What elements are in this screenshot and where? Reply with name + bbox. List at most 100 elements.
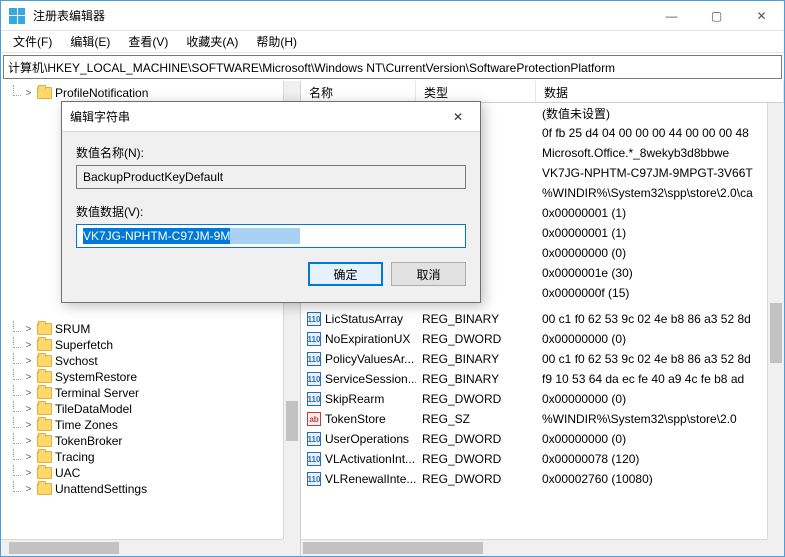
tree-item-label: Terminal Server (55, 386, 139, 400)
value-name: NoExpirationUX (325, 332, 410, 346)
menu-help[interactable]: 帮助(H) (248, 31, 305, 52)
col-header-name[interactable]: 名称 (301, 81, 416, 102)
scrollbar-thumb[interactable] (286, 401, 298, 441)
value-data: 0x00000001 (1) (536, 206, 767, 220)
list-row[interactable]: 110PolicyValuesAr... REG_BINARY 00 c1 f0… (301, 349, 767, 369)
value-type: REG_DWORD (416, 332, 536, 346)
tree-item[interactable]: > Time Zones (23, 418, 300, 432)
tree-item[interactable]: > SystemRestore (23, 370, 300, 384)
value-data-label: 数值数据(V): (76, 203, 466, 220)
col-header-type[interactable]: 类型 (416, 81, 536, 102)
tree-item[interactable]: > Terminal Server (23, 386, 300, 400)
value-name: PolicyValuesAr... (325, 352, 414, 366)
folder-icon (37, 87, 52, 99)
cancel-button[interactable]: 取消 (391, 262, 466, 286)
list-row[interactable]: 110NoExpirationUX REG_DWORD 0x00000000 (… (301, 329, 767, 349)
tree-scrollbar-horizontal[interactable] (1, 539, 283, 556)
chevron-right-icon[interactable]: > (23, 404, 34, 415)
chevron-right-icon[interactable]: > (23, 484, 34, 495)
chevron-right-icon[interactable]: > (23, 420, 34, 431)
list-scrollbar-vertical[interactable] (767, 103, 784, 539)
menu-file[interactable]: 文件(F) (5, 31, 60, 52)
menu-view[interactable]: 查看(V) (120, 31, 176, 52)
folder-icon (37, 483, 52, 495)
value-type: REG_BINARY (416, 352, 536, 366)
chevron-right-icon[interactable]: > (23, 388, 34, 399)
value-data: 0x00000000 (0) (536, 392, 767, 406)
regedit-window: 注册表编辑器 — ▢ ✕ 文件(F) 编辑(E) 查看(V) 收藏夹(A) 帮助… (0, 0, 785, 557)
menu-edit[interactable]: 编辑(E) (62, 31, 118, 52)
value-data: 0x00000000 (0) (536, 332, 767, 346)
value-data: f9 10 53 64 da ec fe 40 a9 4c fe b8 ad (536, 372, 767, 386)
tree-item[interactable]: > Svchost (23, 354, 300, 368)
tree-item[interactable]: > TokenBroker (23, 434, 300, 448)
value-icon: 110 (307, 432, 321, 446)
minimize-button[interactable]: — (649, 1, 694, 30)
ok-button[interactable]: 确定 (308, 262, 383, 286)
close-button[interactable]: ✕ (739, 1, 784, 30)
list-scrollbar-horizontal[interactable] (301, 539, 767, 556)
tree-item[interactable]: > UnattendSettings (23, 482, 300, 496)
scrollbar-thumb[interactable] (303, 542, 483, 554)
tree-item[interactable]: > Superfetch (23, 338, 300, 352)
list-row[interactable]: 110LicStatusArray REG_BINARY 00 c1 f0 62… (301, 309, 767, 329)
tree-item[interactable]: > UAC (23, 466, 300, 480)
list-row[interactable]: 110SkipRearm REG_DWORD 0x00000000 (0) (301, 389, 767, 409)
menubar: 文件(F) 编辑(E) 查看(V) 收藏夹(A) 帮助(H) (1, 31, 784, 53)
folder-icon (37, 403, 52, 415)
chevron-right-icon[interactable]: > (23, 372, 34, 383)
list-header: 名称 类型 数据 (301, 81, 784, 103)
value-type: REG_DWORD (416, 432, 536, 446)
value-name-field[interactable] (76, 165, 466, 189)
tree-item-label: TileDataModel (55, 402, 132, 416)
dialog-titlebar[interactable]: 编辑字符串 ✕ (62, 102, 480, 132)
tree-item-label: TokenBroker (55, 434, 122, 448)
address-bar[interactable]: 计算机\HKEY_LOCAL_MACHINE\SOFTWARE\Microsof… (3, 55, 782, 79)
col-header-data[interactable]: 数据 (536, 81, 784, 102)
folder-icon (37, 355, 52, 367)
tree-item[interactable]: > Tracing (23, 450, 300, 464)
chevron-right-icon[interactable]: > (23, 468, 34, 479)
chevron-right-icon[interactable]: > (23, 436, 34, 447)
tree-item-label: UAC (55, 466, 80, 480)
list-row[interactable]: 110VLActivationInt... REG_DWORD 0x000000… (301, 449, 767, 469)
value-data: %WINDIR%\System32\spp\store\2.0 (536, 412, 767, 426)
value-data: %WINDIR%\System32\spp\store\2.0\ca (536, 186, 767, 200)
scrollbar-thumb[interactable] (9, 542, 119, 554)
tree-item[interactable]: > SRUM (23, 322, 300, 336)
chevron-right-icon[interactable]: > (23, 340, 34, 351)
tree-item-label: UnattendSettings (55, 482, 147, 496)
value-data: 0x00000000 (0) (536, 432, 767, 446)
value-data: Microsoft.Office.*_8wekyb3d8bbwe (536, 146, 767, 160)
chevron-right-icon[interactable]: > (23, 356, 34, 367)
folder-icon (37, 387, 52, 399)
value-type: REG_DWORD (416, 472, 536, 486)
chevron-right-icon[interactable]: > (23, 452, 34, 463)
tree-item[interactable]: > TileDataModel (23, 402, 300, 416)
value-name: VLActivationInt... (325, 452, 415, 466)
value-icon: 110 (307, 312, 321, 326)
value-name-label: 数值名称(N): (76, 144, 466, 161)
regedit-icon (9, 8, 25, 24)
list-row[interactable]: 110ServiceSession... REG_BINARY f9 10 53… (301, 369, 767, 389)
maximize-button[interactable]: ▢ (694, 1, 739, 30)
value-type: REG_BINARY (416, 312, 536, 326)
scrollbar-thumb[interactable] (770, 303, 782, 363)
value-data: 0x0000000f (15) (536, 286, 767, 300)
value-icon: 110 (307, 452, 321, 466)
folder-icon (37, 419, 52, 431)
chevron-right-icon[interactable]: > (23, 88, 34, 99)
value-data: 00 c1 f0 62 53 9c 02 4e b8 86 a3 52 8d (536, 312, 767, 326)
tree-item-label: SRUM (55, 322, 90, 336)
list-row[interactable]: 110UserOperations REG_DWORD 0x00000000 (… (301, 429, 767, 449)
value-icon: 110 (307, 472, 321, 486)
chevron-right-icon[interactable]: > (23, 324, 34, 335)
list-row[interactable]: abTokenStore REG_SZ %WINDIR%\System32\sp… (301, 409, 767, 429)
value-data-field[interactable]: VK7JG-NPHTM-C97JM-9M (76, 224, 466, 248)
value-type: REG_BINARY (416, 372, 536, 386)
dialog-close-button[interactable]: ✕ (444, 106, 472, 128)
tree-item[interactable]: > ProfileNotification (23, 86, 300, 100)
tree-item-label: SystemRestore (55, 370, 137, 384)
menu-fav[interactable]: 收藏夹(A) (178, 31, 246, 52)
list-row[interactable]: 110VLRenewalInte... REG_DWORD 0x00002760… (301, 469, 767, 489)
